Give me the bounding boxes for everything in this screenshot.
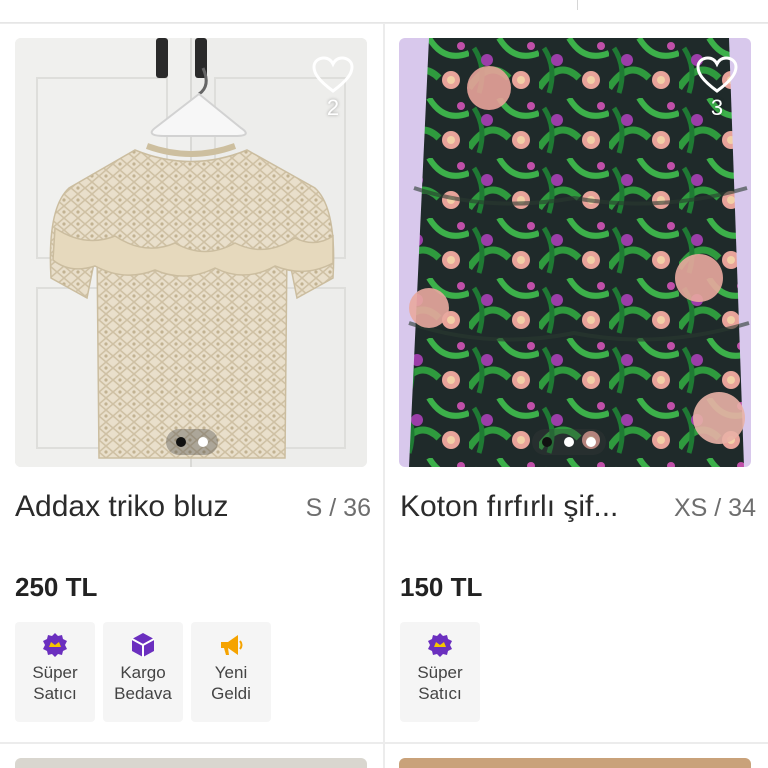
like-count: 2 bbox=[326, 95, 340, 120]
carousel-dot[interactable] bbox=[586, 437, 596, 447]
free-shipping-box-icon bbox=[131, 633, 155, 657]
carousel-dot[interactable] bbox=[542, 437, 552, 447]
favorite-button[interactable]: 3 bbox=[695, 56, 739, 120]
product-size: XS / 34 bbox=[674, 494, 756, 522]
title-row: Koton fırfırlı şif... XS / 34 bbox=[400, 490, 756, 528]
top-bar bbox=[0, 0, 768, 23]
badge-super-seller: Süper Satıcı bbox=[400, 622, 480, 722]
next-product-card[interactable] bbox=[385, 744, 768, 768]
product-card[interactable]: 2 Addax triko bluz S / 36 250 TL Süper S… bbox=[0, 24, 383, 742]
badge-super-seller: Süper Satıcı bbox=[15, 622, 95, 722]
carousel-dot[interactable] bbox=[176, 437, 186, 447]
badge-label-line1: Kargo bbox=[120, 663, 166, 682]
carousel-dot[interactable] bbox=[564, 437, 574, 447]
badge-free-shipping: Kargo Bedava bbox=[103, 622, 183, 722]
next-product-photo[interactable] bbox=[15, 758, 367, 768]
product-grid: 2 Addax triko bluz S / 36 250 TL Süper S… bbox=[0, 0, 768, 768]
badge-label-line2: Geldi bbox=[211, 684, 251, 703]
carousel-indicator bbox=[532, 429, 606, 455]
product-title[interactable]: Koton fırfırlı şif... bbox=[400, 490, 618, 524]
badge-list: Süper Satıcı Kargo Bedava Yeni Geldi bbox=[15, 622, 271, 722]
badge-label-line2: Satıcı bbox=[418, 684, 462, 703]
product-photo[interactable]: 3 bbox=[399, 38, 751, 467]
carousel-indicator bbox=[166, 429, 218, 455]
next-product-photo[interactable] bbox=[399, 758, 751, 768]
super-seller-icon bbox=[43, 633, 67, 657]
next-product-card[interactable] bbox=[0, 744, 383, 768]
like-count: 3 bbox=[710, 95, 724, 120]
product-title[interactable]: Addax triko bluz bbox=[15, 490, 228, 524]
carousel-dot[interactable] bbox=[198, 437, 208, 447]
product-photo[interactable]: 2 bbox=[15, 38, 367, 467]
badge-label-line2: Satıcı bbox=[33, 684, 77, 703]
heart-icon bbox=[312, 56, 354, 93]
badge-label-line1: Süper bbox=[32, 663, 78, 682]
product-size: S / 36 bbox=[305, 494, 371, 522]
badge-list: Süper Satıcı bbox=[400, 622, 480, 722]
badge-label-line2: Bedava bbox=[114, 684, 172, 703]
product-price: 150 TL bbox=[400, 572, 483, 602]
megaphone-icon bbox=[221, 635, 243, 655]
product-price: 250 TL bbox=[15, 572, 98, 602]
divider bbox=[577, 0, 578, 10]
super-seller-icon bbox=[428, 633, 452, 657]
heart-icon bbox=[696, 56, 738, 93]
badge-new-arrival: Yeni Geldi bbox=[191, 622, 271, 722]
product-card[interactable]: 3 Koton fırfırlı şif... XS / 34 150 TL S… bbox=[385, 24, 768, 742]
title-row: Addax triko bluz S / 36 bbox=[15, 490, 371, 528]
badge-label-line1: Süper bbox=[417, 663, 463, 682]
badge-label-line1: Yeni bbox=[214, 663, 248, 682]
favorite-button[interactable]: 2 bbox=[311, 56, 355, 120]
